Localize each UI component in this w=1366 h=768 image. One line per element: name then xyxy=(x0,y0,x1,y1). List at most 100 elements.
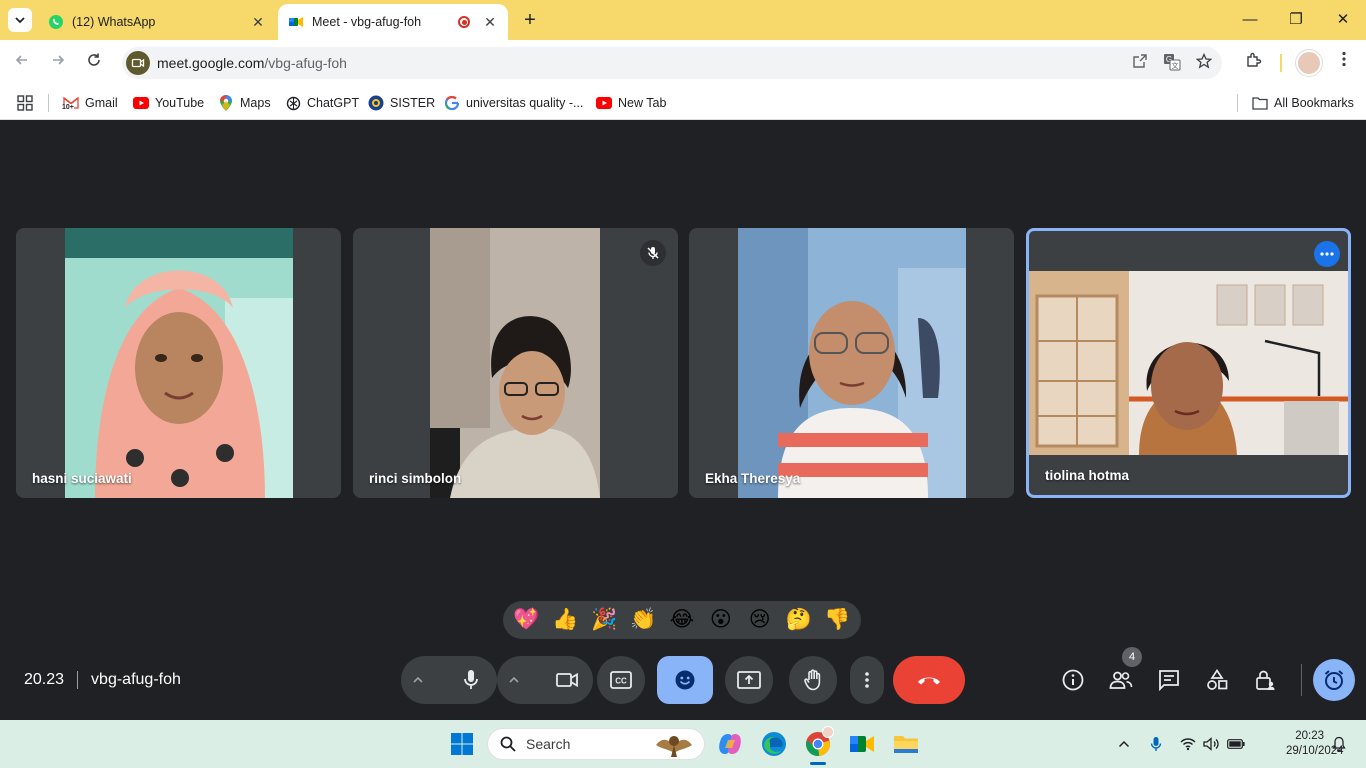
start-button[interactable] xyxy=(446,728,478,760)
reaction-clapping[interactable]: 👏 xyxy=(625,602,661,638)
tab-search-button[interactable] xyxy=(8,8,32,32)
participant-tile[interactable]: Ekha Theresya xyxy=(689,228,1014,498)
reaction-thumbs-up[interactable]: 👍 xyxy=(547,602,583,638)
microphone-in-use-icon[interactable] xyxy=(1146,734,1166,754)
participant-video xyxy=(738,228,966,498)
svg-text:文: 文 xyxy=(1172,61,1179,70)
active-app-indicator xyxy=(810,762,826,765)
minimize-button[interactable]: — xyxy=(1238,8,1262,32)
all-bookmarks-button[interactable]: All Bookmarks xyxy=(1252,92,1354,114)
bookmark-universitas[interactable]: universitas quality -... xyxy=(444,92,583,114)
people-button[interactable] xyxy=(1105,664,1137,696)
youtube-icon xyxy=(596,95,612,111)
extensions-icon[interactable] xyxy=(1242,51,1266,75)
url-text: meet.google.com/vbg-afug-foh xyxy=(157,55,347,71)
translate-icon[interactable]: G文 xyxy=(1162,53,1182,73)
bookmark-label: SISTER xyxy=(390,96,436,110)
toggle-microphone-button[interactable] xyxy=(451,660,491,700)
timer-button[interactable] xyxy=(1313,659,1355,701)
file-explorer-app[interactable] xyxy=(890,728,922,760)
meeting-code: vbg-afug-foh xyxy=(91,671,181,688)
participant-tile[interactable]: tiolina hotma xyxy=(1026,228,1351,498)
maps-icon xyxy=(218,95,234,111)
reactions-button[interactable] xyxy=(657,656,713,704)
sister-icon xyxy=(368,95,384,111)
apps-grid-icon xyxy=(17,95,33,111)
more-options-button[interactable] xyxy=(850,656,884,704)
tab-strip: (12) WhatsApp ✕ Meet - vbg-afug-foh ✕ + … xyxy=(0,0,1366,40)
bookmark-sister[interactable]: SISTER xyxy=(368,92,435,114)
chat-button[interactable] xyxy=(1153,664,1185,696)
participant-tile[interactable]: hasni suciawati xyxy=(16,228,341,498)
mic-off-icon xyxy=(647,247,659,259)
tab-title: (12) WhatsApp xyxy=(72,15,156,29)
host-controls-button[interactable] xyxy=(1249,664,1281,696)
hand-icon xyxy=(804,669,821,691)
tab-meet[interactable]: Meet - vbg-afug-foh ✕ xyxy=(278,4,508,40)
reaction-thinking[interactable]: 🤔 xyxy=(781,602,817,638)
bookmark-youtube[interactable]: YouTube xyxy=(133,92,204,114)
leave-call-button[interactable] xyxy=(893,656,965,704)
new-tab-button[interactable]: + xyxy=(518,9,542,33)
reaction-sparkling-heart[interactable]: 💖 xyxy=(508,602,544,638)
reaction-surprised[interactable]: 😮 xyxy=(703,602,739,638)
raise-hand-button[interactable] xyxy=(789,656,837,704)
wifi-icon[interactable] xyxy=(1178,734,1198,754)
maximize-button[interactable]: ❐ xyxy=(1284,8,1308,32)
reaction-laughing[interactable]: 😂 xyxy=(664,602,700,638)
bookmark-star-icon[interactable] xyxy=(1194,52,1214,73)
chrome-app[interactable] xyxy=(802,726,834,760)
bookmark-chatgpt[interactable]: ChatGPT xyxy=(285,92,359,114)
meeting-details-button[interactable] xyxy=(1057,664,1089,696)
taskbar-search-box[interactable]: Search xyxy=(487,728,705,760)
bookmark-label: Maps xyxy=(240,96,271,110)
reaction-crying[interactable]: 😢 xyxy=(742,602,778,638)
apps-button[interactable] xyxy=(17,92,33,114)
system-clock[interactable]: 20:23 29/10/2024 xyxy=(1286,729,1344,759)
reaction-party-popper[interactable]: 🎉 xyxy=(586,602,622,638)
toggle-camera-button[interactable] xyxy=(547,660,587,700)
clock-date: 29/10/2024 xyxy=(1286,745,1344,757)
battery-icon[interactable] xyxy=(1226,734,1246,754)
show-hidden-icons-button[interactable] xyxy=(1114,734,1134,754)
close-tab-icon[interactable]: ✕ xyxy=(482,14,498,30)
site-info-button[interactable] xyxy=(126,51,150,75)
close-tab-icon[interactable]: ✕ xyxy=(250,14,266,30)
volume-icon[interactable] xyxy=(1202,734,1222,754)
microphone-control xyxy=(401,656,497,704)
reaction-thumbs-down[interactable]: 👎 xyxy=(819,602,855,638)
reload-icon xyxy=(88,53,100,66)
audio-options-button[interactable] xyxy=(407,673,429,687)
activities-button[interactable] xyxy=(1201,664,1233,696)
open-in-app-icon[interactable] xyxy=(1130,53,1150,73)
tab-whatsapp[interactable]: (12) WhatsApp ✕ xyxy=(38,4,276,40)
edge-app[interactable] xyxy=(758,728,790,760)
address-bar[interactable]: meet.google.com/vbg-afug-foh G文 xyxy=(122,47,1222,79)
participant-tile[interactable]: rinci simbolon xyxy=(353,228,678,498)
folder-icon xyxy=(894,736,918,753)
back-button[interactable] xyxy=(10,51,34,75)
close-window-button[interactable]: ✕ xyxy=(1331,8,1355,32)
meet-app[interactable] xyxy=(846,728,878,760)
meet-stage: hasni suciawati rinci simbolon Ekha Ther… xyxy=(0,121,1366,720)
arrow-left-icon xyxy=(15,55,27,65)
bookmark-new-tab[interactable]: New Tab xyxy=(596,92,666,114)
profile-avatar[interactable] xyxy=(1296,50,1322,76)
youtube-icon xyxy=(133,95,149,111)
chrome-profile-badge xyxy=(822,726,834,738)
bookmark-maps[interactable]: Maps xyxy=(218,92,271,114)
forward-button[interactable] xyxy=(46,51,70,75)
videocam-icon xyxy=(556,672,578,688)
captions-button[interactable]: CC xyxy=(597,656,645,704)
present-screen-button[interactable] xyxy=(725,656,773,704)
participant-options-button[interactable] xyxy=(1314,241,1340,267)
copilot-app[interactable] xyxy=(714,728,746,760)
video-options-button[interactable] xyxy=(503,673,525,687)
participant-video xyxy=(1029,271,1348,455)
people-icon xyxy=(1109,671,1133,689)
bookmark-gmail[interactable]: 10+ Gmail xyxy=(62,92,118,114)
svg-text:CC: CC xyxy=(615,677,627,686)
notifications-icon[interactable] xyxy=(1329,734,1349,754)
reload-button[interactable] xyxy=(82,51,106,75)
chrome-menu-button[interactable] xyxy=(1332,51,1356,75)
